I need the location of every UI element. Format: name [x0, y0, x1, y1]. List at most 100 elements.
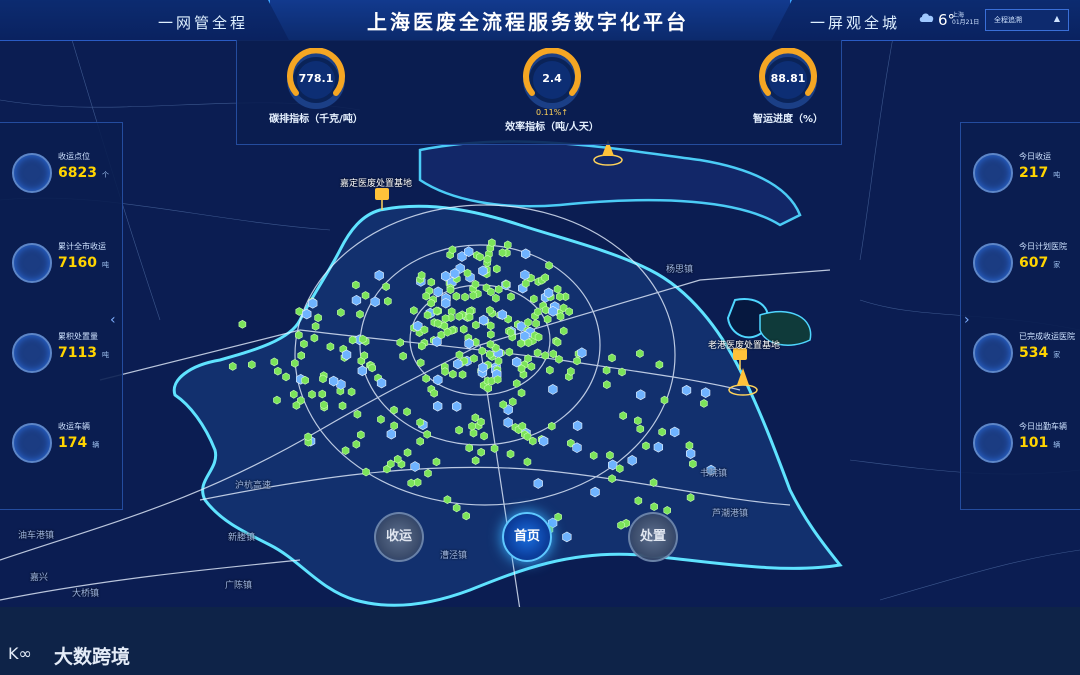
hospital-marker[interactable]	[328, 375, 339, 387]
hospital-marker[interactable]	[478, 346, 487, 356]
hospital-marker[interactable]	[361, 291, 370, 300]
hospital-marker[interactable]	[554, 512, 562, 522]
hospital-marker[interactable]	[572, 442, 582, 454]
stat-today-collected[interactable]: 今日收运 217 吨	[961, 147, 1080, 197]
stat-collection-points[interactable]: 收运点位 6823 个	[0, 147, 122, 197]
hospital-marker[interactable]	[543, 287, 554, 299]
hospital-marker[interactable]	[506, 449, 515, 459]
mode-select[interactable]: 全程追溯 ▲	[985, 9, 1069, 31]
chevron-left-icon[interactable]: ‹	[110, 312, 116, 328]
hospital-marker[interactable]	[423, 310, 432, 320]
hospital-marker[interactable]	[433, 374, 443, 386]
hospital-marker[interactable]	[337, 308, 345, 317]
hospital-marker[interactable]	[534, 307, 542, 317]
hospital-marker[interactable]	[418, 341, 426, 351]
hospital-marker[interactable]	[308, 390, 316, 399]
hospital-marker[interactable]	[492, 293, 500, 303]
hospital-marker[interactable]	[556, 292, 564, 302]
hospital-marker[interactable]	[399, 351, 407, 361]
hospital-marker[interactable]	[480, 431, 488, 441]
hospital-marker[interactable]	[356, 309, 364, 319]
hospital-marker[interactable]	[541, 273, 550, 282]
hospital-marker[interactable]	[503, 417, 513, 428]
hospital-marker[interactable]	[512, 379, 521, 388]
hospital-marker[interactable]	[295, 307, 304, 316]
hospital-marker[interactable]	[295, 330, 303, 340]
hospital-marker[interactable]	[562, 531, 572, 543]
hospital-marker[interactable]	[311, 321, 320, 331]
hospital-marker[interactable]	[663, 506, 671, 515]
hospital-marker[interactable]	[386, 428, 396, 440]
hospital-marker[interactable]	[539, 435, 549, 447]
hospital-marker[interactable]	[348, 335, 357, 345]
hospital-marker[interactable]	[358, 334, 367, 344]
hospital-marker[interactable]	[390, 421, 398, 431]
hospital-marker[interactable]	[410, 306, 418, 315]
hospital-marker[interactable]	[432, 336, 442, 348]
nav-home-button[interactable]: 首页	[502, 512, 552, 562]
hospital-marker[interactable]	[655, 360, 664, 370]
hospital-marker[interactable]	[493, 375, 502, 384]
hospital-marker[interactable]	[505, 347, 514, 357]
hospital-marker[interactable]	[507, 292, 515, 302]
hospital-marker[interactable]	[472, 320, 480, 330]
hospital-marker[interactable]	[274, 366, 282, 376]
hospital-marker[interactable]	[477, 417, 485, 427]
hospital-marker[interactable]	[413, 477, 422, 487]
hospital-marker[interactable]	[416, 358, 425, 368]
hospital-marker[interactable]	[238, 319, 247, 329]
hospital-marker[interactable]	[353, 409, 362, 419]
hospital-marker[interactable]	[487, 330, 495, 339]
hospital-marker[interactable]	[494, 356, 503, 366]
stat-vehicles-today[interactable]: 今日出勤车辆 101 辆	[961, 417, 1080, 467]
hospital-marker[interactable]	[486, 306, 494, 315]
hospital-marker[interactable]	[685, 448, 696, 459]
hospital-marker[interactable]	[443, 495, 452, 504]
hospital-marker[interactable]	[433, 400, 443, 412]
hospital-marker[interactable]	[370, 296, 380, 308]
hospital-marker[interactable]	[478, 362, 488, 373]
hospital-marker[interactable]	[326, 342, 335, 352]
nav-dispose-button[interactable]: 处置	[628, 512, 678, 562]
hospital-marker[interactable]	[424, 468, 432, 478]
hospital-marker[interactable]	[452, 401, 462, 412]
hospital-marker[interactable]	[458, 370, 467, 379]
hospital-marker[interactable]	[553, 284, 562, 294]
hospital-marker[interactable]	[555, 354, 563, 364]
hospital-marker[interactable]	[314, 313, 322, 323]
hospital-marker[interactable]	[545, 261, 553, 270]
hospital-marker[interactable]	[498, 248, 507, 258]
hospital-marker[interactable]	[658, 427, 666, 437]
hospital-marker[interactable]	[530, 294, 538, 304]
hospital-marker[interactable]	[422, 374, 430, 383]
hospital-marker[interactable]	[461, 292, 469, 302]
hospital-marker[interactable]	[297, 351, 306, 360]
hospital-marker[interactable]	[291, 358, 299, 368]
hospital-marker[interactable]	[377, 415, 385, 424]
hospital-marker[interactable]	[490, 444, 499, 453]
hospital-marker[interactable]	[301, 375, 309, 385]
hospital-marker[interactable]	[338, 401, 347, 411]
hospital-marker[interactable]	[548, 421, 556, 431]
hospital-marker[interactable]	[608, 353, 616, 363]
hospital-marker[interactable]	[533, 348, 542, 358]
hospital-marker[interactable]	[532, 319, 540, 328]
hospital-marker[interactable]	[420, 325, 429, 335]
hospital-marker[interactable]	[357, 430, 365, 440]
hospital-marker[interactable]	[463, 268, 472, 278]
hospital-marker[interactable]	[615, 464, 624, 473]
hospital-marker[interactable]	[517, 388, 526, 398]
hospital-marker[interactable]	[689, 459, 697, 469]
hospital-marker[interactable]	[567, 367, 575, 376]
hospital-marker[interactable]	[455, 425, 463, 435]
hospital-marker[interactable]	[416, 437, 424, 446]
hospital-marker[interactable]	[478, 265, 488, 277]
hospital-marker[interactable]	[432, 457, 441, 467]
hospital-marker[interactable]	[517, 364, 526, 374]
hospital-marker[interactable]	[499, 400, 507, 409]
hospital-marker[interactable]	[524, 338, 533, 348]
hospital-marker[interactable]	[549, 349, 558, 359]
hospital-marker[interactable]	[556, 312, 565, 321]
hospital-marker[interactable]	[441, 314, 450, 323]
hospital-marker[interactable]	[685, 441, 694, 450]
